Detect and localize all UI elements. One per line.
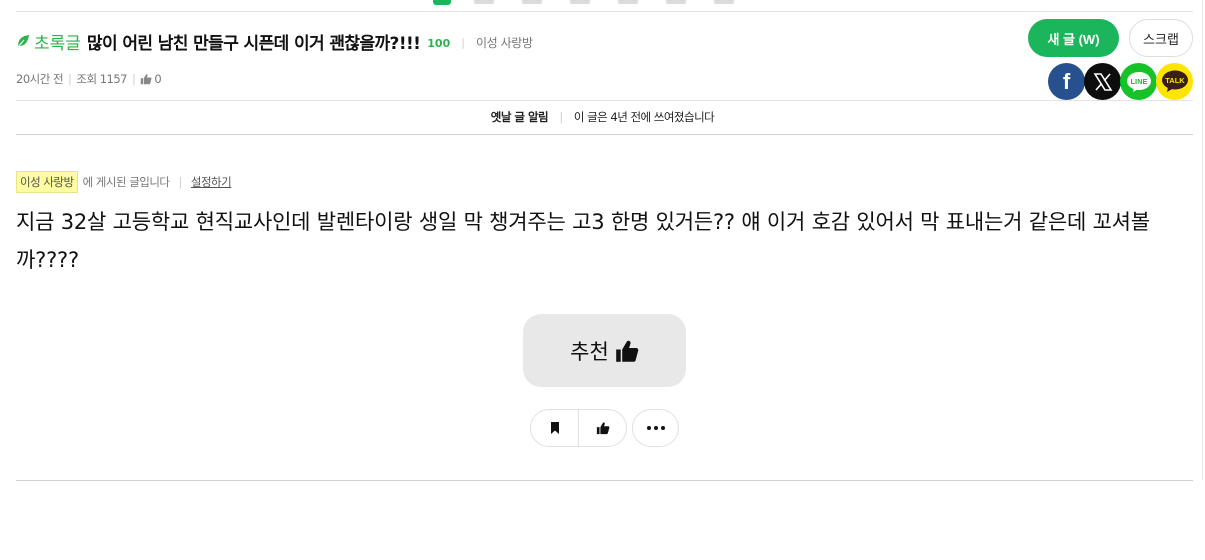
leaf-icon [17,35,29,48]
nav-tab-remnants [474,0,734,4]
divider [16,11,1193,12]
post-title: 많이 어린 남친 만들구 시픈데 이거 괜찮을까?!!! [86,33,421,54]
divider [16,100,1193,101]
view-count: 조회 1157 [76,72,127,86]
more-icon [646,426,665,430]
bookmark-button[interactable] [531,410,578,446]
separator: | [559,110,563,124]
thumbs-up-icon [616,340,639,362]
nav-active-indicator [433,0,451,5]
x-share-button[interactable]: X [1084,63,1121,100]
notice-label: 옛날 글 알림 [490,110,549,124]
kakaotalk-icon: TALK [1161,70,1188,92]
facebook-share-button[interactable]: f [1048,63,1085,100]
kakaotalk-icon-text: TALK [1165,76,1185,85]
post-meta: 20시간 전 | 조회 1157 | 0 [16,71,162,87]
line-icon: LINE [1126,71,1151,92]
like-count: 0 [154,72,162,86]
separator: | [461,36,465,49]
new-post-button[interactable]: 새 글 (W) [1028,19,1119,57]
action-button-group [530,409,627,447]
post-title-row: 초록글 많이 어린 남친 만들구 시픈데 이거 괜찮을까?!!! 100 | 이… [16,26,533,56]
like-button[interactable] [578,410,626,446]
recommend-button[interactable]: 추천 [523,314,686,387]
thumbs-up-icon [596,422,609,435]
line-icon-text: LINE [1130,77,1147,86]
scrap-button[interactable]: 스크랩 [1129,19,1193,57]
line-share-button[interactable]: LINE [1120,63,1157,100]
reply-count[interactable]: 100 [427,37,450,50]
thumbs-up-icon [141,74,152,85]
old-post-notice: 옛날 글 알림 | 이 글은 4년 전에 쓰여졌습니다 [0,109,1205,125]
notice-text: 이 글은 4년 전에 쓰여졌습니다 [573,110,715,124]
separator: | [178,175,183,189]
more-options-button[interactable] [632,409,679,447]
board-tag[interactable]: 이성 사랑방 [16,171,78,193]
content-right-border [1202,0,1203,480]
kakaotalk-share-button[interactable]: TALK [1156,63,1193,100]
x-icon [1093,72,1112,91]
facebook-icon: f [1062,68,1071,94]
divider [16,480,1193,481]
post-category[interactable]: 초록글 [34,29,81,54]
post-time: 20시간 전 [16,72,64,86]
board-info: 이성 사랑방 에 게시된 글입니다 | 설정하기 [16,171,232,193]
separator: | [132,72,136,86]
separator: | [68,72,72,86]
recommend-label: 추천 [570,340,609,364]
post-body: 지금 32살 고등학교 현직교사인데 발렌타이랑 생일 막 챙겨주는 고3 한명… [16,210,1150,272]
settings-link[interactable]: 설정하기 [191,174,232,190]
board-name[interactable]: 이성 사랑방 [476,34,533,51]
board-info-text: 에 게시된 글입니다 [82,175,170,189]
bookmark-icon [550,422,559,434]
divider [16,134,1193,135]
